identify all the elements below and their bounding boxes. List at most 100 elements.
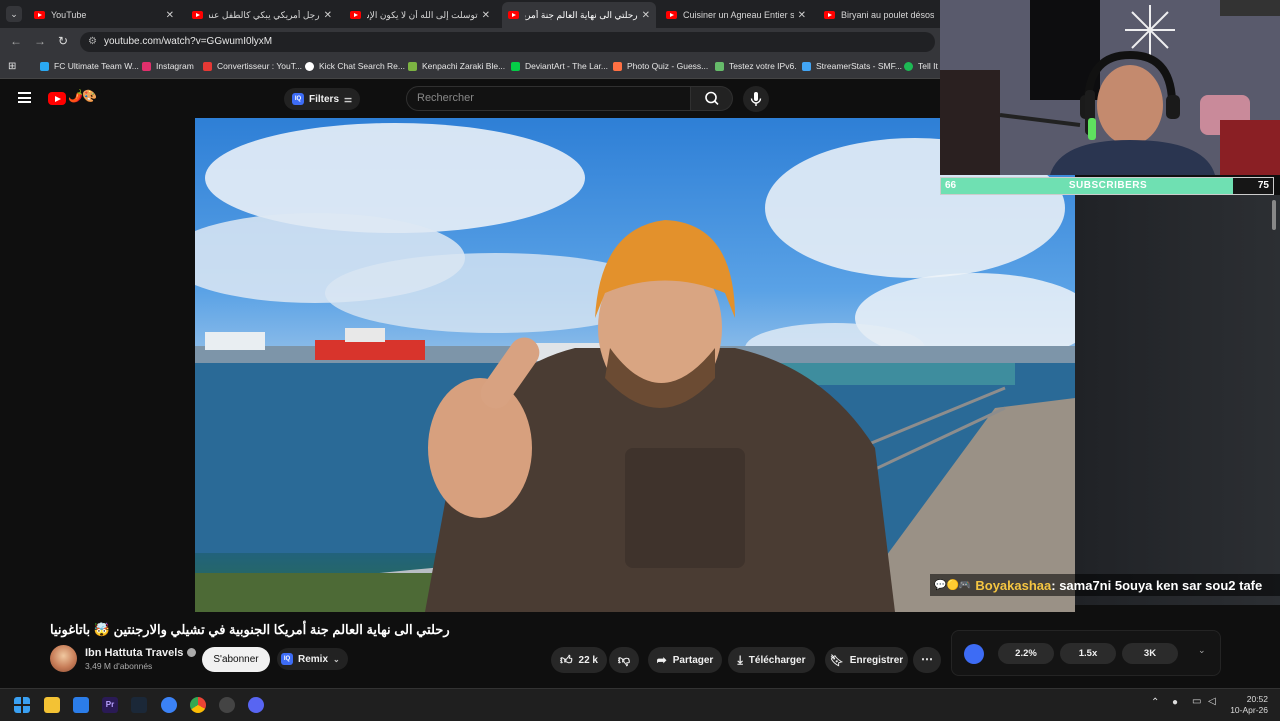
chat-username: Boyakashaa [975, 577, 1052, 593]
youtube-favicon-icon [508, 11, 519, 19]
scrollbar-thumb[interactable] [1272, 200, 1276, 230]
close-icon[interactable]: ✕ [166, 10, 174, 21]
youtube-favicon-icon [192, 11, 203, 19]
chat-text: : sama7ni 5ouya ken sar sou2 tafe [1051, 577, 1263, 593]
close-icon[interactable]: ✕ [482, 10, 490, 21]
bookmark-icon: 🔖︎ [829, 654, 844, 667]
youtube-favicon-icon [666, 11, 677, 19]
subscriber-current-count: 66 [945, 180, 957, 191]
bookmark-favicon-icon [203, 61, 212, 71]
search-icon [705, 91, 719, 105]
search-button[interactable] [691, 86, 733, 111]
sliders-icon: ⚌ [344, 93, 353, 104]
speed-option[interactable]: 1.5x [1060, 643, 1116, 664]
obs-icon[interactable] [219, 697, 235, 713]
bookmark-favicon-icon [613, 61, 622, 71]
steam-icon[interactable] [131, 697, 147, 713]
chevron-down-icon[interactable]: ⌄ [1198, 645, 1206, 656]
browser-tab-strip: ⌄ YouTube ✕ رجل أمريكي يبكي كالطفل عندما… [0, 0, 940, 28]
reload-icon[interactable]: ↻ [58, 34, 68, 48]
browser-tab[interactable]: توسلت إلى الله أن لا يكون الإسلا" ✕ [344, 2, 496, 28]
webcam-frame [940, 0, 1280, 175]
menu-icon[interactable] [18, 92, 31, 103]
instagram-icon [142, 61, 151, 71]
speed-option[interactable]: 3K [1122, 643, 1178, 664]
app-icon[interactable] [161, 697, 177, 713]
share-icon: ➦ [656, 653, 667, 667]
remix-button[interactable]: IQ Remix ⌄ [277, 648, 348, 670]
download-button[interactable]: ⤓ Télécharger [728, 647, 815, 673]
like-button[interactable]: 👍︎ 22 k [551, 647, 607, 673]
network-icon[interactable]: ▭ [1192, 696, 1201, 707]
close-icon[interactable]: ✕ [324, 10, 332, 21]
browser-tab[interactable]: YouTube ✕ [28, 2, 180, 28]
bookmark-item[interactable]: DeviantArt - The Lar... [511, 61, 608, 71]
close-icon[interactable]: ✕ [798, 10, 806, 21]
youtube-logo[interactable] [48, 92, 66, 105]
volume-icon[interactable]: ◁ [1208, 696, 1216, 707]
premiere-pro-icon[interactable]: Pr [102, 697, 118, 713]
dislike-button[interactable]: 👎︎ [609, 647, 639, 673]
chrome-icon[interactable] [190, 697, 206, 713]
channel-avatar[interactable] [50, 645, 77, 672]
tab-search-button[interactable]: ⌄ [6, 6, 22, 22]
bookmark-favicon-icon [40, 61, 49, 71]
browser-tab[interactable]: Biryani au poulet désossé sp... [818, 2, 940, 28]
browser-tab[interactable]: Cuisiner un Agneau Entier sous... ✕ [660, 2, 812, 28]
browser-tab[interactable]: رجل أمريكي يبكي كالطفل عندما... ✕ [186, 2, 338, 28]
address-bar[interactable]: ⚙ youtube.com/watch?v=GGwumI0lyxM [80, 32, 935, 52]
deviantart-icon [511, 61, 520, 71]
chat-message: 💬🟡🎮 Boyakashaa : sama7ni 5ouya ken sar s… [930, 574, 1280, 596]
save-button[interactable]: 🔖︎ Enregistrer [825, 647, 908, 673]
bookmark-item[interactable]: Kenpachi Zaraki Ble... [408, 61, 505, 71]
search-input[interactable]: Rechercher [406, 86, 691, 111]
file-explorer-icon[interactable] [44, 697, 60, 713]
verified-icon [187, 648, 197, 657]
more-actions-button[interactable]: ⋯ [913, 647, 941, 673]
download-icon: ⤓ [737, 652, 743, 667]
bookmark-item[interactable]: Convertisseur : YouT... [203, 61, 302, 71]
bookmark-favicon-icon [802, 61, 811, 71]
windows-start-icon[interactable] [14, 697, 30, 713]
bookmark-item[interactable]: Kick Chat Search Re... [305, 61, 405, 71]
filters-button[interactable]: IQ Filters ⚌ [284, 88, 361, 110]
microphone-icon[interactable]: ● [1172, 697, 1178, 708]
browser-tab-active[interactable]: رحلتي الى نهاية العالم جنة أمريكا ✕ [502, 2, 656, 28]
side-panel-background [1075, 195, 1280, 605]
chevron-up-icon[interactable]: ⌃ [1151, 697, 1159, 708]
youtube-doodle-icon[interactable]: 🌶️🎨 [68, 89, 97, 103]
discord-icon[interactable] [248, 697, 264, 713]
outlook-icon[interactable] [73, 697, 89, 713]
bookmark-item[interactable]: Photo Quiz - Guess... [613, 61, 708, 71]
checkmark-icon [715, 61, 724, 71]
subscriber-goal-count: 75 [1257, 180, 1269, 191]
speed-control-panel: 2.2% 1.5x 3K ⌄ [951, 630, 1221, 676]
spotify-icon [904, 61, 913, 71]
bookmark-item[interactable]: StreamerStats - SMF... [802, 61, 902, 71]
youtube-favicon-icon [34, 11, 45, 19]
channel-name[interactable]: Ibn Hattuta Travels [85, 647, 197, 659]
site-info-icon[interactable]: ⚙ [88, 32, 97, 52]
subscribe-button[interactable]: S'abonner [202, 647, 270, 672]
bookmark-item[interactable]: Instagram [142, 61, 194, 71]
subscriber-goal-bar: SUBSCRIBERS 66 75 [940, 177, 1274, 195]
subscriber-goal-label: SUBSCRIBERS [1068, 180, 1148, 191]
close-icon[interactable]: ✕ [642, 10, 650, 21]
apps-grid-icon[interactable]: ⊞ [8, 61, 16, 72]
back-arrow-icon[interactable]: ← [10, 34, 22, 48]
youtube-favicon-icon [824, 11, 835, 19]
speed-option[interactable]: 2.2% [998, 643, 1054, 664]
windows-taskbar: Pr ⌃ ● ▭ ◁ 20:52 10-Apr-26 [0, 688, 1280, 721]
bookmark-item[interactable]: Tell It [904, 61, 938, 71]
iq-badge-icon [964, 644, 984, 664]
bookmark-item[interactable]: FC Ultimate Team W... [40, 61, 139, 71]
forward-arrow-icon[interactable]: → [34, 34, 46, 48]
voice-search-button[interactable] [743, 86, 769, 112]
share-button[interactable]: ➦ Partager [648, 647, 722, 673]
subscriber-count: 3,49 M d'abonnés [85, 661, 153, 671]
iq-badge-icon: IQ [292, 93, 304, 105]
bookmark-item[interactable]: Testez votre IPv6. [715, 61, 797, 71]
chat-badge-icon: 💬🟡🎮 [934, 579, 972, 591]
system-clock[interactable]: 20:52 10-Apr-26 [1230, 694, 1268, 716]
thumbs-down-icon: 👎︎ [617, 652, 631, 667]
